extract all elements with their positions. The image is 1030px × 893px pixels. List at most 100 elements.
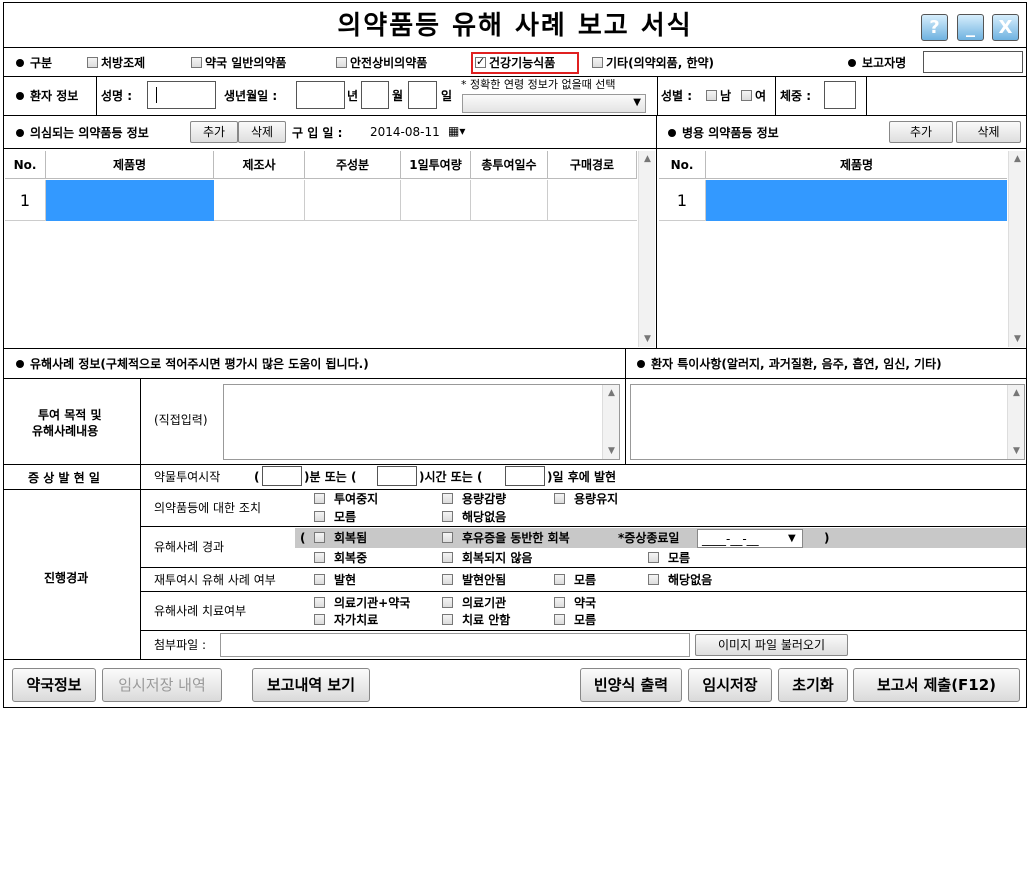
attach-file-input[interactable]	[220, 633, 690, 657]
suspect-table-scrollbar[interactable]: ▲ ▼	[638, 151, 655, 347]
temp-history-button[interactable]: 임시저장 내역	[102, 668, 222, 702]
checkbox-other[interactable]	[592, 57, 603, 68]
onset-minutes-input[interactable]	[262, 466, 302, 486]
pharmacy-info-button[interactable]: 약국정보	[12, 668, 96, 702]
checkbox-self-treatment[interactable]	[314, 614, 325, 625]
checkbox-rechallenge-na[interactable]	[648, 574, 659, 585]
help-button[interactable]: ?	[921, 14, 948, 41]
reporter-name-input[interactable]	[923, 51, 1023, 73]
age-select[interactable]: ▼	[462, 94, 646, 113]
column-header: 구매경로	[548, 151, 637, 179]
option-otc-drug: 약국 일반의약품	[205, 56, 287, 70]
checkbox-male[interactable]	[706, 90, 717, 101]
product-name-cell[interactable]	[706, 180, 1007, 221]
onset-minutes-label: )분 또는 (	[304, 470, 357, 484]
concomitant-table-scrollbar[interactable]: ▲ ▼	[1008, 151, 1025, 347]
checkbox-hospital-pharmacy[interactable]	[314, 597, 325, 608]
scroll-up-icon[interactable]: ▲	[1008, 387, 1025, 399]
rechallenge-option: 해당없음	[668, 573, 713, 587]
action-option: 해당없음	[462, 510, 507, 524]
treatment-option: 약국	[574, 596, 597, 610]
load-image-button[interactable]: 이미지 파일 불러오기	[695, 634, 848, 656]
maker-cell[interactable]	[214, 180, 305, 221]
weight-input[interactable]	[824, 81, 856, 109]
divider	[4, 115, 1026, 116]
checkbox-no-treatment[interactable]	[442, 614, 453, 625]
submit-report-button[interactable]: 보고서 제출(F12)	[853, 668, 1020, 702]
temp-save-button[interactable]: 임시저장	[688, 668, 772, 702]
checkbox-female[interactable]	[741, 90, 752, 101]
textarea-scrollbar[interactable]: ▲ ▼	[602, 385, 619, 459]
scroll-up-icon[interactable]: ▲	[1009, 153, 1026, 165]
close-button[interactable]: X	[992, 14, 1019, 41]
concomitant-add-button[interactable]: 추가	[889, 121, 953, 143]
purchase-date-picker[interactable]: 2014-08-11 ▦▾	[366, 121, 476, 143]
checkbox-rechallenge-yes[interactable]	[314, 574, 325, 585]
dropdown-arrow-icon: ▼	[788, 533, 796, 544]
ingredient-cell[interactable]	[305, 180, 401, 221]
checkbox-pharmacy[interactable]	[554, 597, 565, 608]
print-blank-button[interactable]: 빈양식 출력	[580, 668, 682, 702]
onset-hours-input[interactable]	[377, 466, 417, 486]
checkbox-rechallenge-unknown[interactable]	[554, 574, 565, 585]
rechallenge-label: 재투여시 유해 사례 여부	[154, 573, 276, 587]
total-days-cell[interactable]	[471, 180, 548, 221]
table-row[interactable]: 1	[659, 180, 1007, 221]
divider	[4, 348, 1026, 349]
suspect-delete-button[interactable]: 삭제	[238, 121, 286, 143]
daily-dose-cell[interactable]	[401, 180, 471, 221]
checkbox-not-recovered[interactable]	[442, 552, 453, 563]
birth-month-input[interactable]	[361, 81, 389, 109]
checkbox-recovered-sequelae[interactable]	[442, 532, 453, 543]
checkbox-reduce-dose[interactable]	[442, 493, 453, 504]
end-date-picker[interactable]: ____-__-__ ▼	[697, 529, 803, 548]
minimize-button[interactable]: _	[957, 14, 984, 41]
onset-days-label: )일 후에 발현	[547, 470, 617, 484]
checkbox-recovered[interactable]	[314, 532, 325, 543]
scroll-down-icon[interactable]: ▼	[603, 445, 620, 457]
checkbox-safety-drug[interactable]	[336, 57, 347, 68]
checkbox-action-na[interactable]	[442, 511, 453, 522]
textarea-scrollbar[interactable]: ▲ ▼	[1007, 385, 1024, 459]
purchase-route-cell[interactable]	[548, 180, 637, 221]
onset-days-input[interactable]	[505, 466, 545, 486]
checkbox-treatment-unknown[interactable]	[554, 614, 565, 625]
table-row[interactable]: 1	[5, 180, 637, 221]
birth-day-input[interactable]	[408, 81, 437, 109]
window-title: 의약품등 유해 사례 보고 서식	[337, 11, 693, 41]
checkbox-stop-dosing[interactable]	[314, 493, 325, 504]
scroll-down-icon[interactable]: ▼	[639, 333, 656, 345]
adverse-description-textarea[interactable]: ▲ ▼	[223, 384, 620, 460]
row-number: 1	[659, 180, 706, 221]
special-notes-textarea[interactable]: ▲ ▼	[630, 384, 1025, 460]
treatment-option: 모름	[574, 613, 597, 627]
checkbox-keep-dose[interactable]	[554, 493, 565, 504]
scroll-down-icon[interactable]: ▼	[1008, 445, 1025, 457]
birth-year-input[interactable]	[296, 81, 345, 109]
checkbox-action-unknown[interactable]	[314, 511, 325, 522]
suspect-add-button[interactable]: 추가	[190, 121, 238, 143]
column-header: 제품명	[46, 151, 214, 179]
concomitant-table: No. 제품명 1 ▲ ▼	[659, 151, 1025, 347]
checkbox-rechallenge-no[interactable]	[442, 574, 453, 585]
reset-button[interactable]: 초기화	[778, 668, 848, 702]
attach-label: 첨부파일 :	[154, 638, 207, 652]
patient-name-input[interactable]	[147, 81, 216, 109]
checkbox-health-food[interactable]	[475, 55, 486, 69]
course-option: 회복됨	[334, 531, 368, 545]
divider	[775, 77, 776, 115]
scroll-up-icon[interactable]: ▲	[639, 153, 656, 165]
divider	[4, 47, 1026, 48]
view-history-button[interactable]: 보고내역 보기	[252, 668, 370, 702]
checkbox-hospital[interactable]	[442, 597, 453, 608]
checkbox-course-unknown[interactable]	[648, 552, 659, 563]
checkbox-recovering[interactable]	[314, 552, 325, 563]
checkbox-prescription[interactable]	[87, 57, 98, 68]
scroll-down-icon[interactable]: ▼	[1009, 333, 1026, 345]
course-option: 후유증을 동반한 회복	[462, 531, 570, 545]
concomitant-delete-button[interactable]: 삭제	[956, 121, 1021, 143]
product-name-cell[interactable]	[46, 180, 214, 221]
scroll-up-icon[interactable]: ▲	[603, 387, 620, 399]
checkbox-otc-drug[interactable]	[191, 57, 202, 68]
reporter-label: 보고자명	[848, 55, 906, 71]
